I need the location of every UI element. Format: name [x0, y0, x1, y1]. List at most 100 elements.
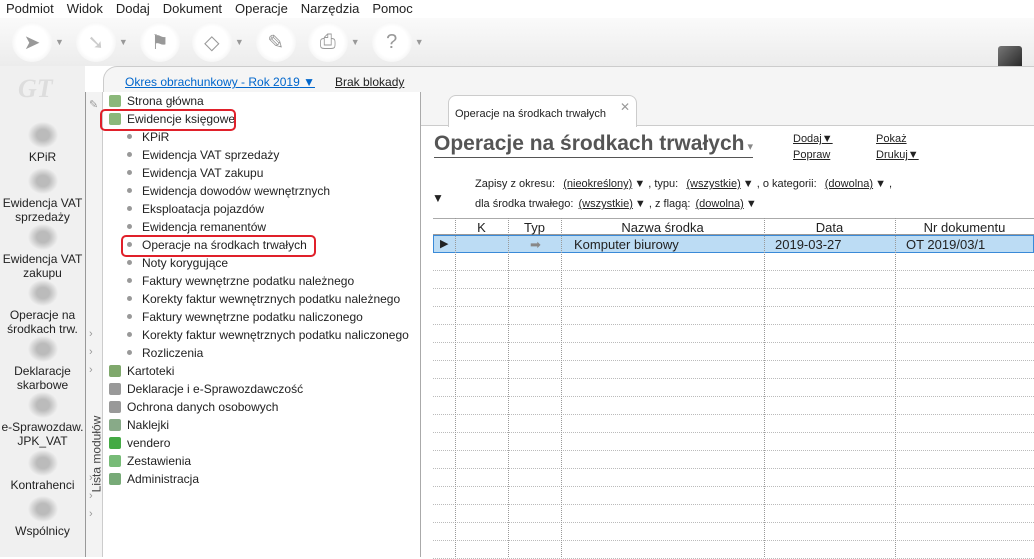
nav-srodki-trwale[interactable]: Operacje na środkach trw.	[0, 280, 85, 336]
chevron-down-icon[interactable]: ▼	[119, 37, 128, 47]
print-button[interactable]: ⎙ ▼	[307, 22, 360, 62]
tree-label: Rozliczenia	[142, 346, 204, 360]
edit-button[interactable]: Popraw	[793, 149, 830, 161]
module-icon	[109, 401, 121, 413]
help-button[interactable]: ? ▼	[371, 22, 424, 62]
nav-wspolnicy[interactable]: Wspólnicy	[0, 496, 85, 538]
tree-subitem[interactable]: Faktury wewnętrzne podatku należnego	[127, 272, 354, 290]
tab-operacje[interactable]: Operacje na środkach trwałych ✕	[448, 95, 637, 127]
period-label: Okres obrachunkowy - Rok 2019	[125, 75, 300, 89]
empty-row	[433, 487, 1034, 505]
empty-row	[433, 433, 1034, 451]
chevron-down-icon[interactable]: ▼	[351, 37, 360, 47]
tree-item[interactable]: Zestawienia	[109, 452, 191, 470]
chevron-down-icon[interactable]: ▼	[235, 37, 244, 47]
nav-deklaracje[interactable]: Deklaracje skarbowe	[0, 336, 85, 392]
tree-subitem[interactable]: Ewidencja VAT sprzedaży	[127, 146, 279, 164]
col-typ[interactable]: Typ	[508, 220, 561, 235]
tree-subitem[interactable]: Korekty faktur wewnętrznych podatku nale…	[127, 290, 400, 308]
tree-subitem[interactable]: Ewidencja remanentów	[127, 218, 266, 236]
tree-subitem[interactable]: Eksploatacja pojazdów	[127, 200, 264, 218]
nav-kpir[interactable]: KPiR	[0, 122, 85, 164]
chevron-right-icon[interactable]: ›	[89, 508, 93, 520]
nav-label: Ewidencja VAT sprzedaży	[2, 196, 83, 224]
module-icon	[109, 419, 121, 431]
chevron-down-icon[interactable]: ▼	[415, 37, 424, 47]
menu-pomoc[interactable]: Pomoc	[372, 0, 412, 18]
document-button[interactable]: ◇ ▼	[191, 22, 244, 62]
tree-item[interactable]: Naklejki	[109, 416, 169, 434]
nav-jpk[interactable]: e-Sprawozdaw. JPK_VAT	[0, 392, 85, 448]
tree-label: Ewidencja VAT sprzedaży	[142, 148, 280, 162]
tree-item[interactable]: Administracja	[109, 470, 199, 488]
tree-subitem[interactable]: Ewidencja dowodów wewnętrznych	[127, 182, 330, 200]
tree-label: Ewidencja dowodów wewnętrznych	[142, 184, 331, 198]
back-button[interactable]: ➤ ▼	[12, 22, 64, 62]
arrow-right-icon: ➡	[530, 237, 541, 252]
filter-label: , z flagą:	[648, 198, 691, 210]
col-nr-dokumentu[interactable]: Nr dokumentu	[895, 220, 1034, 235]
period-header: Okres obrachunkowy - Rok 2019 ▼ Brak blo…	[103, 66, 1034, 92]
tree-subitem[interactable]: Korekty faktur wewnętrznych podatku nali…	[127, 326, 409, 344]
chevron-down-icon[interactable]: ▼	[55, 37, 64, 47]
pin-icon[interactable]: ✎	[89, 98, 98, 111]
flag-icon	[109, 95, 121, 107]
col-data[interactable]: Data	[764, 220, 895, 235]
tree-label: Eksploatacja pojazdów	[142, 202, 265, 216]
period-filter[interactable]: (nieokreślony)	[563, 178, 632, 190]
category-filter[interactable]: (dowolna)	[825, 178, 873, 190]
table-row[interactable]: ▶ ➡ Komputer biurowy 2019-03-27 OT 2019/…	[433, 235, 1034, 253]
tree-strona-glowna[interactable]: Strona główna	[109, 92, 204, 110]
type-filter[interactable]: (wszystkie)	[686, 178, 740, 190]
lock-status-link[interactable]: Brak blokady	[335, 75, 404, 89]
tree-subitem[interactable]: Faktury wewnętrzne podatku naliczonego	[127, 308, 363, 326]
tree-label: Ochrona danych osobowych	[127, 400, 279, 414]
chevron-right-icon[interactable]: ›	[89, 472, 93, 484]
tree-item[interactable]: Deklaracje i e-Sprawozdawczość	[109, 380, 303, 398]
show-button[interactable]: Pokaż	[876, 133, 907, 145]
forward-button[interactable]: ➘ ▼	[75, 22, 128, 62]
home-button[interactable]: ⚑	[139, 22, 180, 62]
nav-label: Operacje na środkach trw.	[7, 308, 78, 336]
chevron-right-icon[interactable]: ›	[89, 346, 93, 358]
clean-button[interactable]: ✎	[255, 22, 296, 62]
tree-item[interactable]: Kartoteki	[109, 362, 174, 380]
menu-widok[interactable]: Widok	[67, 0, 103, 18]
empty-row	[433, 505, 1034, 523]
menu-dokument[interactable]: Dokument	[163, 0, 222, 18]
col-nazwa[interactable]: Nazwa środka	[561, 220, 764, 235]
module-strip[interactable]: ✎ › › › Lista modułów › › ›	[85, 92, 103, 557]
nav-kontrahenci[interactable]: Kontrahenci	[0, 450, 85, 492]
nav-vat-sprzedazy[interactable]: Ewidencja VAT sprzedaży	[0, 168, 85, 224]
tree-subitem[interactable]: Rozliczenia	[127, 344, 203, 362]
empty-row	[433, 343, 1034, 361]
tree-subitem[interactable]: Ewidencja VAT zakupu	[127, 164, 263, 182]
tree-item[interactable]: vendero	[109, 434, 170, 452]
menu-dodaj[interactable]: Dodaj	[116, 0, 150, 18]
module-icon	[109, 455, 121, 467]
flag-filter[interactable]: (dowolna)	[696, 198, 744, 210]
col-k[interactable]: K	[455, 220, 508, 235]
tree-item[interactable]: Ochrona danych osobowych	[109, 398, 278, 416]
menu-narzedzia[interactable]: Narzędzia	[301, 0, 360, 18]
asset-filter[interactable]: (wszystkie)	[579, 198, 633, 210]
menu-podmiot[interactable]: Podmiot	[6, 0, 54, 18]
add-button[interactable]: Dodaj▼	[793, 133, 833, 145]
bullet-icon	[127, 134, 132, 139]
main-panel: Operacje na środkach trwałych ✕ Operacje …	[421, 92, 1034, 559]
chevron-right-icon[interactable]: ›	[89, 364, 93, 376]
empty-row	[433, 271, 1034, 289]
page-title[interactable]: Operacje na środkach trwałych ▾	[434, 132, 754, 158]
nav-vat-zakupu[interactable]: Ewidencja VAT zakupu	[0, 224, 85, 280]
print-button[interactable]: Drukuj▼	[876, 149, 919, 161]
cell-doc: OT 2019/03/1	[906, 237, 986, 252]
column-divider	[455, 218, 456, 557]
chevron-right-icon[interactable]: ›	[89, 490, 93, 502]
tree-subitem[interactable]: KPiR	[127, 128, 169, 146]
chevron-right-icon[interactable]: ›	[89, 328, 93, 340]
collapse-filters-icon[interactable]: ▼	[432, 191, 444, 205]
menu-operacje[interactable]: Operacje	[235, 0, 288, 18]
close-icon[interactable]: ✕	[620, 100, 630, 114]
cell-date: 2019-03-27	[775, 237, 842, 252]
period-selector[interactable]: Okres obrachunkowy - Rok 2019 ▼	[125, 75, 315, 89]
